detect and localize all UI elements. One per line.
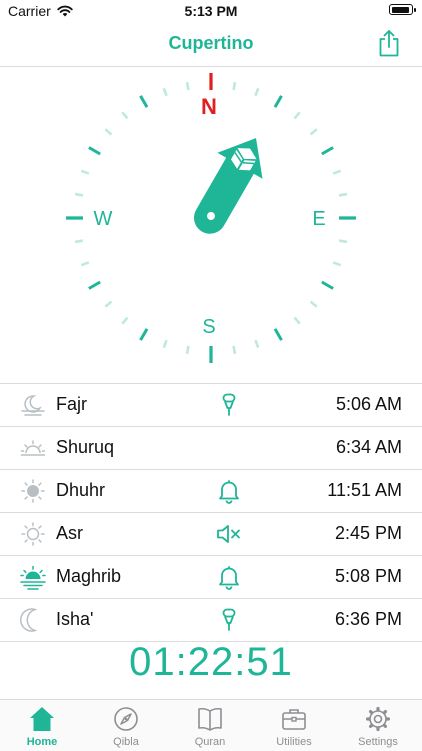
prayer-time: 5:06 AM xyxy=(335,394,402,414)
prayer-time: 6:34 AM xyxy=(335,437,402,457)
status-bar: Carrier 5:13 PM xyxy=(0,0,422,24)
tab-bar: Home Qibla Quran Utilities Settings xyxy=(0,699,422,751)
tab-home[interactable]: Home xyxy=(0,700,84,751)
qibla-compass: N E S W xyxy=(66,73,356,363)
battery-icon xyxy=(389,4,416,15)
tab-utilities[interactable]: Utilities xyxy=(252,700,336,751)
navigation-bar: Cupertino xyxy=(0,24,422,67)
fajr-icon xyxy=(21,395,45,416)
microphone-icon[interactable] xyxy=(216,607,242,633)
compass-icon xyxy=(114,707,138,731)
prayer-name: Fajr xyxy=(56,394,87,414)
compass-tick xyxy=(80,261,90,267)
prayer-row-asr[interactable]: Asr 2:45 PM xyxy=(0,513,422,556)
compass-tick xyxy=(121,316,129,325)
sunrise-icon xyxy=(20,440,46,456)
compass-tick xyxy=(338,239,348,244)
home-icon xyxy=(30,707,54,731)
compass-tick xyxy=(185,345,190,355)
tab-label: Utilities xyxy=(276,736,312,748)
compass-north-label: N xyxy=(201,94,217,119)
compass-tick xyxy=(273,328,283,341)
prayer-time: 2:45 PM xyxy=(334,523,402,543)
compass-tick xyxy=(321,280,334,290)
prayer-name: Asr xyxy=(56,523,83,543)
compass-tick xyxy=(88,146,101,156)
share-icon[interactable] xyxy=(376,28,402,58)
compass-tick xyxy=(309,300,318,308)
prayer-name: Dhuhr xyxy=(56,480,106,500)
compass-tick xyxy=(254,339,260,349)
book-icon xyxy=(198,707,222,731)
compass-tick xyxy=(321,146,334,156)
prayer-row-maghrib[interactable]: Maghrib 5:08 PM xyxy=(0,556,422,599)
sun-icon xyxy=(21,479,45,503)
prayer-row-fajr[interactable]: Fajr 5:06 AM xyxy=(0,384,422,427)
compass-tick xyxy=(162,339,168,349)
compass-tick xyxy=(338,192,348,197)
compass-tick xyxy=(232,345,237,355)
microphone-icon[interactable] xyxy=(216,392,242,418)
tab-settings[interactable]: Settings xyxy=(336,700,420,751)
compass-tick xyxy=(88,280,101,290)
qibla-needle xyxy=(194,138,263,234)
compass-east-label: E xyxy=(312,208,325,230)
prayer-times-list: Fajr 5:06 AM Shuruq 6:34 AM Dhuhr 11:51 … xyxy=(0,383,422,642)
compass-tick xyxy=(232,81,237,91)
prayer-time: 11:51 AM xyxy=(327,480,402,500)
prayer-row-dhuhr[interactable]: Dhuhr 11:51 AM xyxy=(0,470,422,513)
tab-quran[interactable]: Quran xyxy=(168,700,252,751)
compass-tick xyxy=(273,95,283,108)
compass-south-label: S xyxy=(202,316,215,338)
prayer-time: 6:36 PM xyxy=(334,609,402,629)
tab-label: Quran xyxy=(194,736,226,748)
compass-tick xyxy=(139,328,149,341)
gear-icon xyxy=(366,706,390,732)
compass-tick xyxy=(293,316,301,325)
prayer-name: Maghrib xyxy=(56,566,122,586)
page-title: Cupertino xyxy=(168,33,254,53)
compass-tick xyxy=(121,111,129,120)
bell-icon[interactable] xyxy=(216,564,242,590)
tab-qibla[interactable]: Qibla xyxy=(84,700,168,751)
briefcase-icon xyxy=(282,709,306,730)
tab-label: Qibla xyxy=(113,736,139,748)
battery-level xyxy=(391,6,409,13)
prayer-time: 5:08 PM xyxy=(334,566,402,586)
compass-tick xyxy=(254,87,260,97)
compass-west-label: W xyxy=(94,208,113,230)
compass-tick xyxy=(139,95,149,108)
tab-label: Home xyxy=(26,736,58,748)
bell-icon[interactable] xyxy=(216,478,242,504)
speaker-muted-icon[interactable] xyxy=(216,521,242,547)
compass-tick xyxy=(80,169,90,175)
compass-tick xyxy=(74,239,84,244)
compass-tick xyxy=(104,300,113,308)
next-prayer-countdown: 01:22:51 xyxy=(129,640,293,684)
sunset-icon xyxy=(20,565,46,590)
compass-tick xyxy=(293,111,301,120)
compass-tick xyxy=(332,261,342,267)
compass-tick xyxy=(104,128,113,136)
status-time: 5:13 PM xyxy=(184,3,238,19)
compass-tick xyxy=(162,87,168,97)
moon-icon xyxy=(20,608,38,632)
prayer-row-shuruq[interactable]: Shuruq 6:34 AM xyxy=(0,427,422,470)
compass-tick xyxy=(185,81,190,91)
sun-outline-icon xyxy=(21,522,45,546)
tab-label: Settings xyxy=(358,736,398,748)
compass-tick xyxy=(332,169,342,175)
prayer-row-isha[interactable]: Isha' 6:36 PM xyxy=(0,599,422,642)
prayer-name: Shuruq xyxy=(56,437,115,457)
compass-tick xyxy=(74,192,84,197)
compass-tick xyxy=(309,128,318,136)
prayer-name: Isha' xyxy=(56,609,94,629)
